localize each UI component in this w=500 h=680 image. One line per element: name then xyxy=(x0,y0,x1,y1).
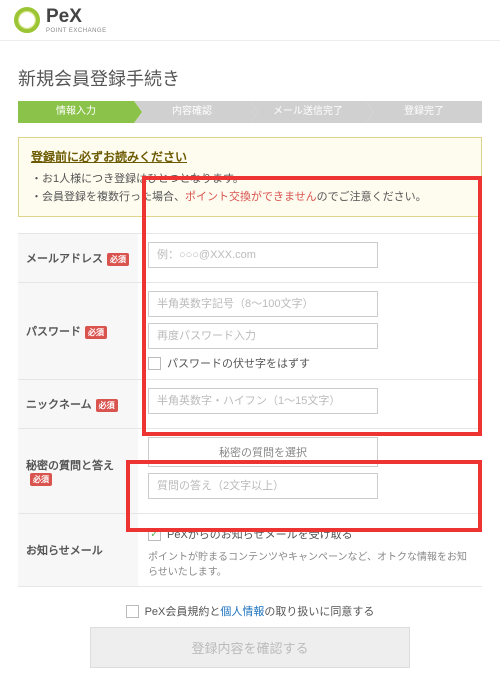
agree-checkbox[interactable]: PeX会員規約と個人情報の取り扱いに同意する xyxy=(18,603,482,619)
notice-box: 登録前に必ずお読みください ・お1人様につき登録はひとつとなります。 ・会員登録… xyxy=(18,137,482,217)
logo-icon xyxy=(14,7,40,33)
step-3: メール送信完了 xyxy=(250,101,366,123)
step-1: 情報入力 xyxy=(18,101,134,123)
row-nickname: ニックネーム必須 xyxy=(18,380,482,429)
password-field[interactable] xyxy=(148,291,378,317)
row-secret: 秘密の質問と答え必須 秘密の質問を選択 xyxy=(18,429,482,514)
step-2: 内容確認 xyxy=(134,101,250,123)
logo-subtext: POINT EXCHANGE xyxy=(46,28,107,34)
checkbox-icon xyxy=(126,605,139,618)
notice-line-1: ・お1人様につき登録はひとつとなります。 xyxy=(31,171,469,189)
registration-form: メールアドレス必須 パスワード必須 パスワードの伏せ字をはずす ニックネーム必須 xyxy=(18,233,482,587)
checkbox-checked-icon xyxy=(148,528,161,541)
submit-button[interactable]: 登録内容を確認する xyxy=(90,627,410,668)
step-4: 登録完了 xyxy=(366,101,482,123)
row-newsletter: お知らせメール PeXからのお知らせメールを受け取る ポイントが貯まるコンテンツ… xyxy=(18,514,482,587)
page-title: 新規会員登録手続き xyxy=(18,65,482,91)
row-password: パスワード必須 パスワードの伏せ字をはずす xyxy=(18,283,482,380)
header: PeX POINT EXCHANGE xyxy=(0,0,500,41)
privacy-link[interactable]: 個人情報 xyxy=(220,606,264,618)
label-secret: 秘密の質問と答え必須 xyxy=(18,429,138,514)
label-email: メールアドレス必須 xyxy=(18,234,138,283)
label-newsletter: お知らせメール xyxy=(18,514,138,587)
progress-steps: 情報入力 内容確認 メール送信完了 登録完了 xyxy=(18,101,482,123)
checkbox-icon xyxy=(148,357,161,370)
logo-text: PeX xyxy=(46,6,107,28)
newsletter-checkbox[interactable]: PeXからのお知らせメールを受け取る xyxy=(148,526,472,542)
notice-line-2: ・会員登録を複数行った場合、ポイント交換ができませんのでご注意ください。 xyxy=(31,189,469,207)
email-field[interactable] xyxy=(148,242,378,268)
label-password: パスワード必須 xyxy=(18,283,138,380)
label-nickname: ニックネーム必須 xyxy=(18,380,138,429)
notice-title: 登録前に必ずお読みください xyxy=(31,148,469,165)
logo-text-wrap: PeX POINT EXCHANGE xyxy=(46,6,107,34)
show-password-checkbox[interactable]: パスワードの伏せ字をはずす xyxy=(148,355,472,371)
newsletter-note: ポイントが貯まるコンテンツやキャンペーンなど、オトクな情報をお知らせいたします。 xyxy=(148,548,472,578)
secret-question-select[interactable]: 秘密の質問を選択 xyxy=(148,437,378,467)
row-email: メールアドレス必須 xyxy=(18,234,482,283)
nickname-field[interactable] xyxy=(148,388,378,414)
secret-answer-field[interactable] xyxy=(148,473,378,499)
password-confirm-field[interactable] xyxy=(148,323,378,349)
